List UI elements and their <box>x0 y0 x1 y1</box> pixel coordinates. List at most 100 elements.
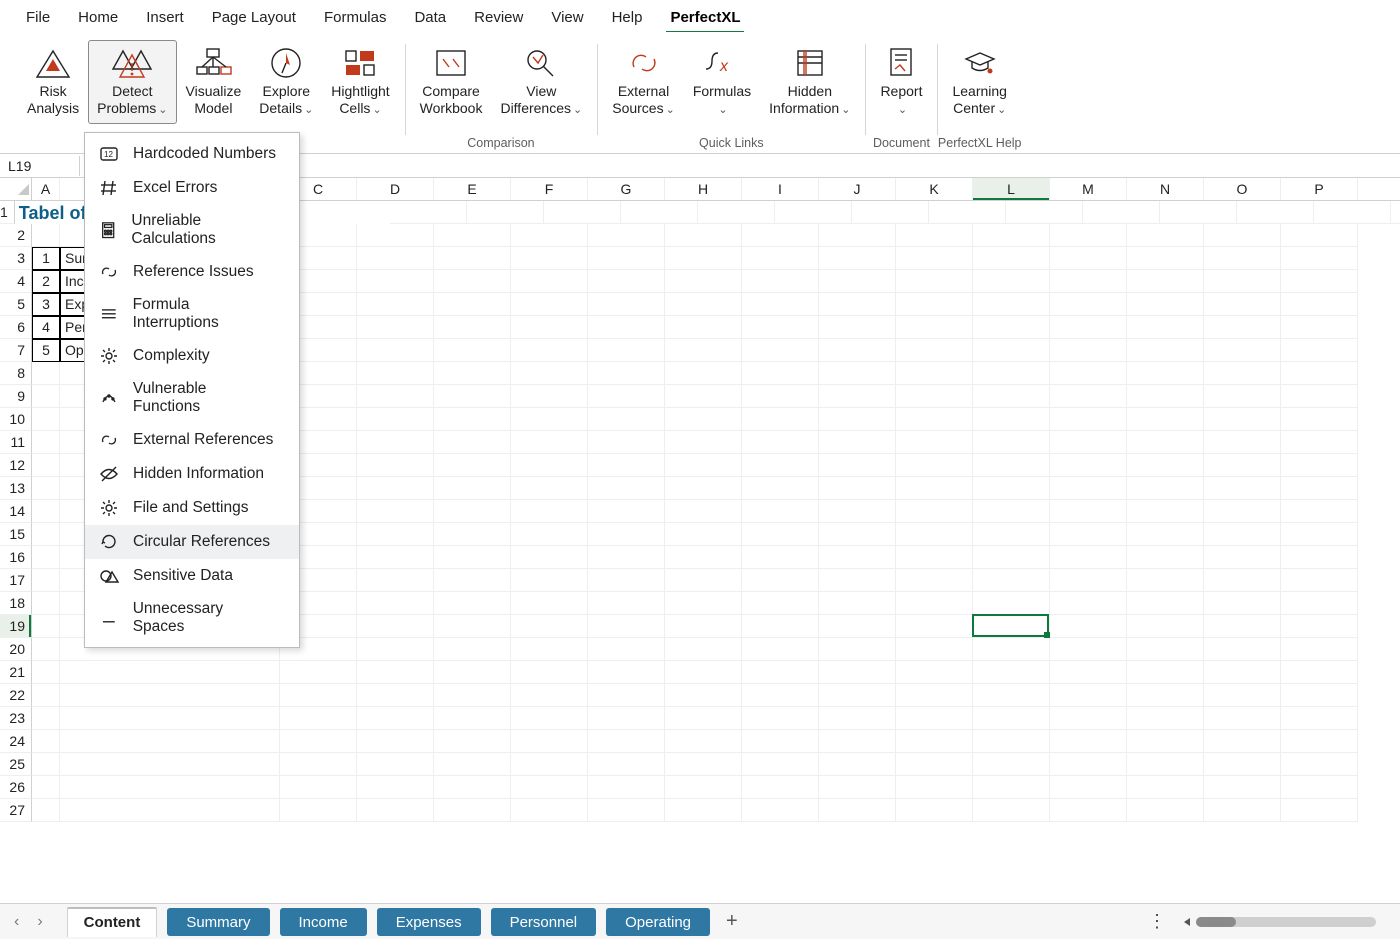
cell-F6[interactable] <box>511 316 588 339</box>
cell-M22[interactable] <box>1050 684 1127 707</box>
cell-G10[interactable] <box>588 408 665 431</box>
cell-M6[interactable] <box>1050 316 1127 339</box>
cell-D16[interactable] <box>357 546 434 569</box>
cell-I26[interactable] <box>742 776 819 799</box>
cell-G13[interactable] <box>588 477 665 500</box>
cell-D14[interactable] <box>357 500 434 523</box>
cell-L22[interactable] <box>973 684 1050 707</box>
row-header-14[interactable]: 14 <box>0 500 32 523</box>
tabs-more-icon[interactable]: ⋮ <box>1148 911 1166 932</box>
row-header-23[interactable]: 23 <box>0 707 32 730</box>
cell-F1[interactable] <box>621 201 698 224</box>
cell-I6[interactable] <box>742 316 819 339</box>
cell-P19[interactable] <box>1281 615 1358 638</box>
cell-O14[interactable] <box>1204 500 1281 523</box>
dropdown-hidden-information[interactable]: Hidden Information <box>85 457 299 491</box>
cell-P3[interactable] <box>1281 247 1358 270</box>
menu-view[interactable]: View <box>537 3 597 32</box>
cell-G26[interactable] <box>588 776 665 799</box>
cell-O15[interactable] <box>1204 523 1281 546</box>
cell-E23[interactable] <box>434 707 511 730</box>
cell-E13[interactable] <box>434 477 511 500</box>
cell-B24[interactable] <box>60 730 280 753</box>
cell-I23[interactable] <box>742 707 819 730</box>
cell-P8[interactable] <box>1281 362 1358 385</box>
cell-K14[interactable] <box>896 500 973 523</box>
col-header-G[interactable]: G <box>588 178 665 200</box>
cell-N10[interactable] <box>1127 408 1204 431</box>
cell-K8[interactable] <box>896 362 973 385</box>
row-header-26[interactable]: 26 <box>0 776 32 799</box>
cell-H20[interactable] <box>665 638 742 661</box>
cell-A24[interactable] <box>32 730 60 753</box>
cell-A2[interactable] <box>32 224 60 247</box>
cell-O7[interactable] <box>1204 339 1281 362</box>
cell-F14[interactable] <box>511 500 588 523</box>
cell-L26[interactable] <box>973 776 1050 799</box>
select-all-triangle[interactable] <box>0 178 32 200</box>
learning-center-button[interactable]: LearningCenter⌄ <box>943 40 1016 124</box>
cell-J14[interactable] <box>819 500 896 523</box>
cell-M7[interactable] <box>1050 339 1127 362</box>
cell-L21[interactable] <box>973 661 1050 684</box>
cell-F21[interactable] <box>511 661 588 684</box>
cell-N5[interactable] <box>1127 293 1204 316</box>
cell-L9[interactable] <box>973 385 1050 408</box>
cell-P12[interactable] <box>1281 454 1358 477</box>
cell-K4[interactable] <box>896 270 973 293</box>
cell-E21[interactable] <box>434 661 511 684</box>
menu-page-layout[interactable]: Page Layout <box>198 3 310 32</box>
cell-G22[interactable] <box>588 684 665 707</box>
row-header-24[interactable]: 24 <box>0 730 32 753</box>
cell-D6[interactable] <box>357 316 434 339</box>
cell-J23[interactable] <box>819 707 896 730</box>
cell-L19[interactable] <box>973 615 1050 638</box>
cell-I18[interactable] <box>742 592 819 615</box>
cell-K11[interactable] <box>896 431 973 454</box>
cell-O1[interactable] <box>1314 201 1391 224</box>
cell-I13[interactable] <box>742 477 819 500</box>
cell-G21[interactable] <box>588 661 665 684</box>
cell-N3[interactable] <box>1127 247 1204 270</box>
cell-O16[interactable] <box>1204 546 1281 569</box>
cell-H25[interactable] <box>665 753 742 776</box>
detect-problems-button[interactable]: DetectProblems⌄ <box>88 40 176 124</box>
cell-L4[interactable] <box>973 270 1050 293</box>
cell-N23[interactable] <box>1127 707 1204 730</box>
cell-O3[interactable] <box>1204 247 1281 270</box>
cell-D20[interactable] <box>357 638 434 661</box>
menu-home[interactable]: Home <box>64 3 132 32</box>
cell-H23[interactable] <box>665 707 742 730</box>
cell-P26[interactable] <box>1281 776 1358 799</box>
cell-L11[interactable] <box>973 431 1050 454</box>
cell-K2[interactable] <box>896 224 973 247</box>
cell-I1[interactable] <box>852 201 929 224</box>
cell-P13[interactable] <box>1281 477 1358 500</box>
dropdown-complexity[interactable]: Complexity <box>85 339 299 373</box>
cell-D1[interactable] <box>467 201 544 224</box>
cell-A17[interactable] <box>32 569 60 592</box>
cell-A14[interactable] <box>32 500 60 523</box>
col-header-J[interactable]: J <box>819 178 896 200</box>
cell-J19[interactable] <box>819 615 896 638</box>
cell-M13[interactable] <box>1050 477 1127 500</box>
cell-H8[interactable] <box>665 362 742 385</box>
cell-P14[interactable] <box>1281 500 1358 523</box>
cell-I11[interactable] <box>742 431 819 454</box>
cell-D13[interactable] <box>357 477 434 500</box>
dropdown-file-and-settings[interactable]: File and Settings <box>85 491 299 525</box>
cell-D24[interactable] <box>357 730 434 753</box>
cell-L3[interactable] <box>973 247 1050 270</box>
cell-E11[interactable] <box>434 431 511 454</box>
cell-N7[interactable] <box>1127 339 1204 362</box>
cell-A20[interactable] <box>32 638 60 661</box>
cell-D12[interactable] <box>357 454 434 477</box>
row-header-8[interactable]: 8 <box>0 362 32 385</box>
cell-D25[interactable] <box>357 753 434 776</box>
cell-K13[interactable] <box>896 477 973 500</box>
cell-E8[interactable] <box>434 362 511 385</box>
cell-M25[interactable] <box>1050 753 1127 776</box>
cell-N11[interactable] <box>1127 431 1204 454</box>
cell-I14[interactable] <box>742 500 819 523</box>
cell-H14[interactable] <box>665 500 742 523</box>
